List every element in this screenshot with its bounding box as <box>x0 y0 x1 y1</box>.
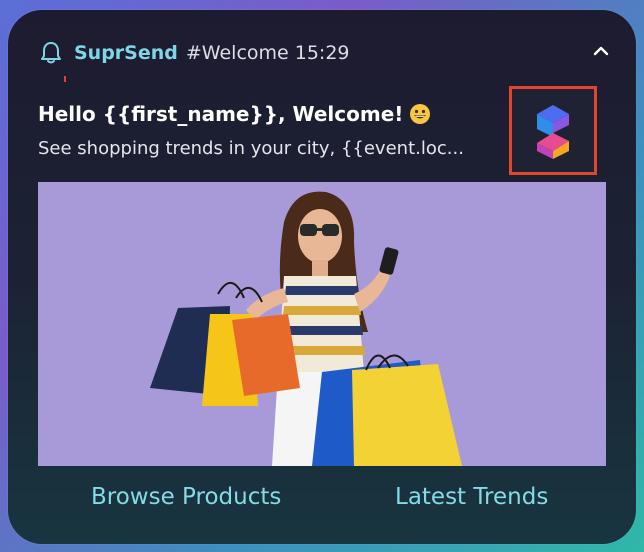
notification-title-text: Hello {{first_name}}, Welcome! <box>38 102 404 126</box>
shopping-woman-image <box>38 182 606 466</box>
notification-actions: Browse Products Latest Trends <box>8 484 636 514</box>
unread-indicator <box>64 76 66 82</box>
logo-mark <box>537 104 569 159</box>
chevron-up-icon[interactable] <box>590 40 612 62</box>
app-name: SuprSend <box>74 42 178 64</box>
grinning-face-emoji <box>410 104 431 124</box>
notification-subtitle: See shopping trends in your city, {{even… <box>38 138 464 159</box>
notification-meta: #Welcome 15:29 <box>185 42 350 64</box>
browse-products-button[interactable]: Browse Products <box>91 484 281 510</box>
notification-card[interactable]: SuprSend #Welcome 15:29 Hello {{first_na… <box>8 10 636 544</box>
bell-icon <box>41 42 61 64</box>
notification-image <box>38 182 606 466</box>
latest-trends-button[interactable]: Latest Trends <box>395 484 548 510</box>
notification-header: SuprSend #Welcome 15:29 <box>40 40 350 66</box>
notification-title: Hello {{first_name}}, Welcome! <box>38 102 431 126</box>
suprsend-logo <box>509 86 597 175</box>
